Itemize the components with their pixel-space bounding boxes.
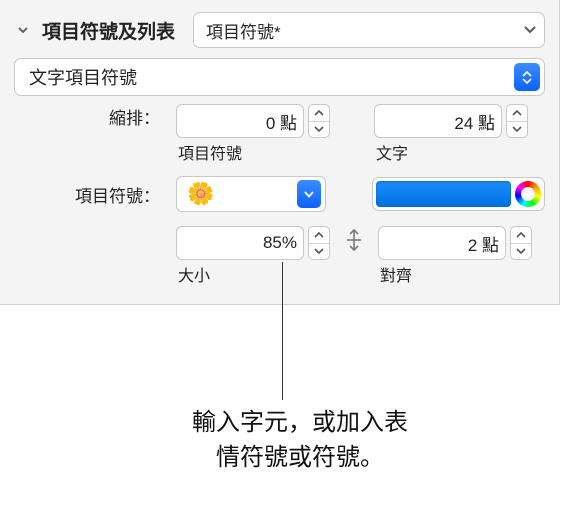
section-title: 項目符號及列表 [42,17,175,44]
size-field[interactable]: 85% [176,226,304,260]
size-value: 85% [187,233,297,253]
indent-label: 縮排： [14,104,166,129]
text-indent-col: 24 點 文字 [374,104,528,164]
text-indent-value: 24 點 [385,109,495,134]
bullet-indent-col: 0 點 項目符號 [176,104,330,164]
bullet-color-well[interactable] [372,177,545,211]
bullets-lists-panel: 項目符號及列表 項目符號* 文字項目符號 縮排： 0 點 [0,0,560,305]
callout-leader-line [282,262,283,400]
stepper-down-icon [309,244,329,260]
bullet-indent-stepper[interactable] [308,104,330,138]
text-indent-field[interactable]: 24 點 [374,104,502,138]
callout-line2: 情符號或符號。 [216,444,384,471]
popup-button-icon [514,63,540,91]
bullet-type-value: 文字項目符號 [29,64,514,90]
align-field[interactable]: 2 點 [378,226,506,260]
stepper-up-icon [309,105,329,122]
text-indent-caption: 文字 [374,140,528,164]
color-swatch [376,181,511,207]
stepper-down-icon [511,244,531,260]
bullet-emoji: 🌼 [187,181,297,207]
bullet-char-label: 項目符號： [14,182,166,207]
bullet-type-row: 文字項目符號 [14,58,545,96]
size-caption: 大小 [176,262,330,286]
align-caption: 對齊 [378,262,532,286]
indent-row: 縮排： 0 點 項目符號 24 點 [14,104,545,164]
list-style-value: 項目符號* [206,18,518,43]
align-stepper[interactable] [510,226,532,260]
stepper-down-icon [309,122,329,138]
size-align-row: 85% 大小 2 點 [14,226,545,286]
bullet-char-row: 項目符號： 🌼 [14,176,545,212]
dropdown-icon [297,180,321,208]
baseline-icon [340,226,368,254]
align-value: 2 點 [389,231,499,256]
bullet-char-select[interactable]: 🌼 [176,176,326,212]
disclosure-triangle[interactable] [14,21,32,39]
bullet-indent-field[interactable]: 0 點 [176,104,304,138]
list-style-select[interactable]: 項目符號* [193,12,545,48]
chevron-down-icon [518,26,536,34]
size-stepper[interactable] [308,226,330,260]
text-indent-stepper[interactable] [506,104,528,138]
callout-line1: 輸入字元，或加入表 [192,409,408,436]
stepper-up-icon [309,227,329,244]
size-col: 85% 大小 [176,226,330,286]
align-col: 2 點 對齊 [378,226,532,286]
bullet-indent-value: 0 點 [187,109,297,134]
bullet-type-select[interactable]: 文字項目符號 [14,58,545,96]
stepper-up-icon [507,105,527,122]
bullet-indent-caption: 項目符號 [176,140,330,164]
header-row: 項目符號及列表 項目符號* [14,12,545,48]
stepper-down-icon [507,122,527,138]
callout-text: 輸入字元，或加入表 情符號或符號。 [110,406,490,476]
stepper-up-icon [511,227,531,244]
color-wheel-icon[interactable] [515,181,541,207]
